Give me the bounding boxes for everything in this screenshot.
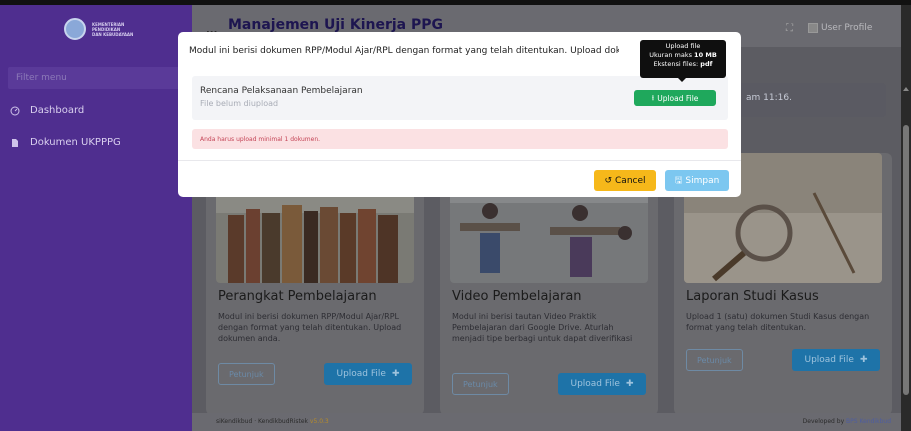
user-avatar-icon: [808, 23, 818, 33]
card-description: Modul ini berisi dokumen RPP/Modul Ajar/…: [218, 312, 402, 343]
petunjuk-button[interactable]: Petunjuk: [686, 349, 743, 371]
plus-icon: ✚: [859, 355, 868, 365]
sidebar: KEMENTERIAN PENDIDIKAN DAN KEBUDAYAAN Fi…: [0, 5, 192, 431]
modal-divider: [178, 160, 741, 161]
filter-menu-input[interactable]: Filter menu: [8, 67, 184, 89]
modal-upload-file-button[interactable]: ⭳ Upload File: [634, 90, 716, 106]
logo-emblem-icon: [64, 18, 86, 40]
upload-file-label: Upload File: [570, 379, 620, 389]
user-profile[interactable]: User Profile: [808, 23, 872, 33]
save-label: Simpan: [685, 175, 720, 186]
logo: KEMENTERIAN PENDIDIKAN DAN KEBUDAYAAN: [64, 13, 154, 45]
tooltip-arrow: [678, 78, 686, 82]
upload-file-button[interactable]: Upload File ✚: [324, 363, 412, 385]
page-title: Manajemen Uji Kinerja PPG: [228, 17, 443, 33]
upload-file-label: Upload File: [804, 355, 854, 365]
dashboard-icon: [10, 106, 20, 115]
footer-developer-link[interactable]: BPS Kendikbud: [846, 418, 891, 425]
modal-description: Modul ini berisi dokumen RPP/Modul Ajar/…: [189, 46, 619, 56]
card-title: Laporan Studi Kasus: [686, 289, 819, 304]
cancel-button[interactable]: ↺ Cancel: [594, 170, 656, 191]
save-icon: 🖫: [674, 175, 683, 186]
tooltip-size-label: Ukuran maks: [649, 51, 692, 59]
footer-app-name: siKendikbud · KendikbudRistek: [216, 418, 308, 425]
footer-left: siKendikbud · KendikbudRistek v5.0.3: [216, 418, 329, 425]
error-alert: Anda harus upload minimal 1 dokumen.: [192, 129, 728, 149]
tooltip-ext-label: Ekstensi files:: [653, 60, 699, 68]
scroll-up-icon[interactable]: [903, 87, 909, 91]
scrollbar-thumb[interactable]: [903, 125, 909, 395]
footer-developed-by: Developed by: [802, 418, 845, 425]
tooltip-line1: Upload file: [665, 42, 701, 50]
footer-right: Developed by BPS Kendikbud: [803, 418, 891, 425]
undo-icon: ↺: [604, 175, 613, 186]
save-button[interactable]: 🖫 Simpan: [665, 170, 729, 191]
modal-upload-file-label: Upload File: [657, 93, 699, 103]
sidebar-item-dashboard[interactable]: Dashboard: [10, 105, 84, 116]
card-description: Upload 1 (satu) dokumen Studi Kasus deng…: [686, 312, 870, 332]
card-description: Modul ini berisi tautan Video Praktik Pe…: [452, 312, 633, 343]
logo-text: KEMENTERIAN PENDIDIKAN DAN KEBUDAYAAN: [92, 22, 133, 37]
upload-icon: ⭳: [651, 92, 655, 102]
upload-file-button[interactable]: Upload File ✚: [558, 373, 646, 395]
sidebar-item-label: Dokumen UKPPPG: [30, 137, 121, 148]
petunjuk-button[interactable]: Petunjuk: [452, 373, 509, 395]
upload-file-button[interactable]: Upload File ✚: [792, 349, 880, 371]
footer-version: v5.0.3: [309, 418, 329, 425]
cancel-label: Cancel: [615, 175, 646, 186]
tooltip-line2: Ukuran maks 10 MB: [640, 51, 726, 60]
document-icon: [12, 138, 18, 147]
card-title: Perangkat Pembelajaran: [218, 289, 377, 304]
user-profile-label: User Profile: [821, 23, 873, 33]
upload-tooltip: Upload file Ukuran maks 10 MB Ekstensi f…: [640, 40, 726, 82]
plus-icon: ✚: [625, 379, 634, 389]
plus-icon: ✚: [391, 369, 400, 379]
fullscreen-icon[interactable]: ⛶: [786, 23, 793, 34]
petunjuk-button[interactable]: Petunjuk: [218, 363, 275, 385]
card-title: Video Pembelajaran: [452, 289, 582, 304]
file-status: File belum diupload: [200, 99, 279, 108]
info-text: am 11:16.: [746, 93, 792, 103]
tooltip-size-value: 10 MB: [694, 51, 717, 59]
tooltip-ext-value: pdf: [700, 60, 713, 68]
sidebar-item-label: Dashboard: [30, 105, 85, 116]
footer: siKendikbud · KendikbudRistek v5.0.3 Dev…: [192, 413, 901, 431]
file-name: Rencana Pelaksanaan Pembelajaran: [200, 86, 363, 96]
upload-file-label: Upload File: [336, 369, 386, 379]
sidebar-item-dokumen[interactable]: Dokumen UKPPPG: [10, 137, 121, 148]
logo-line: DAN KEBUDAYAAN: [92, 31, 134, 37]
tooltip-line3: Ekstensi files: pdf: [640, 60, 726, 69]
scrollbar[interactable]: [901, 5, 911, 431]
